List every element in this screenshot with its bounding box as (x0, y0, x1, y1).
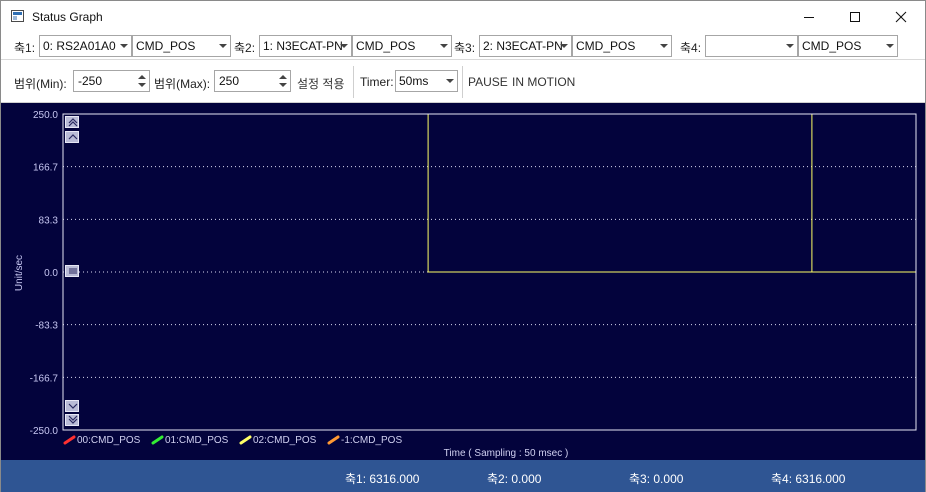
spin-up-icon[interactable] (278, 73, 288, 81)
legend-label: 01:CMD_POS (165, 435, 229, 446)
axis3-signal-value: CMD_POS (576, 39, 636, 53)
chevron-down-icon (446, 79, 454, 83)
axis3-label: 축3: (454, 41, 476, 55)
range-max-input[interactable]: 250 (214, 70, 291, 92)
toolbar-divider (462, 66, 463, 98)
axis2-signal-value: CMD_POS (356, 39, 416, 53)
status-axis3: 축3: 0.000 (629, 472, 684, 486)
y-tick-label: 166.7 (33, 163, 58, 174)
status-graph-window: Status Graph 축1: 0: RS2A01A0 CMD_POS 축2:… (0, 0, 926, 492)
axis2-device-value: 1: N3ECAT-PN (263, 39, 343, 53)
axis1-device-select[interactable]: 0: RS2A01A0 (39, 35, 132, 57)
axis4-signal-value: CMD_POS (802, 39, 862, 53)
zoom-in-top-button[interactable] (65, 116, 79, 128)
y-tick-label: 83.3 (39, 215, 59, 226)
axis1-signal-value: CMD_POS (136, 39, 196, 53)
range-min-label: 범위(Min): (14, 77, 67, 91)
graph-panel[interactable]: 250.0 166.7 83.3 0.0 -83.3 -166.7 -250.0 Unit/… (1, 103, 925, 460)
chevron-down-icon (886, 44, 894, 48)
chevron-down-icon (660, 44, 668, 48)
range-min-value: -250 (78, 74, 103, 88)
minimize-icon (804, 16, 814, 18)
timer-select[interactable]: 50ms (395, 70, 458, 92)
pause-button[interactable]: PAUSE (468, 75, 508, 89)
axis1-signal-select[interactable]: CMD_POS (132, 35, 231, 57)
close-icon (895, 11, 907, 22)
window-title: Status Graph (32, 10, 103, 24)
spin-down-icon[interactable] (278, 82, 288, 90)
range-max-value: 250 (219, 74, 240, 88)
spin-up-icon[interactable] (137, 73, 147, 81)
legend-swatch (151, 435, 164, 445)
axis1-label: 축1: (14, 41, 36, 55)
range-max-label: 범위(Max): (154, 77, 211, 91)
zoom-reset-button[interactable] (65, 265, 79, 277)
timer-label: Timer: (360, 75, 394, 89)
maximize-button[interactable] (832, 1, 878, 32)
series-line-2 (427, 114, 916, 273)
zoom-down-icon (68, 415, 78, 424)
scroll-up-button[interactable] (65, 131, 79, 143)
chevron-down-icon (560, 44, 568, 48)
maximize-icon (850, 11, 860, 22)
in-motion-button[interactable]: IN MOTION (512, 75, 575, 89)
status-chart: 250.0 166.7 83.3 0.0 -83.3 -166.7 -250.0 Unit/… (14, 110, 917, 459)
axis3-device-select[interactable]: 2: N3ECAT-PN (479, 35, 572, 57)
chevron-down-icon (786, 44, 794, 48)
close-button[interactable] (878, 1, 924, 32)
axis2-signal-select[interactable]: CMD_POS (352, 35, 452, 57)
status-axis1: 축1: 6316.000 (345, 472, 420, 486)
legend-label: 00:CMD_POS (77, 435, 141, 446)
scroll-down-button[interactable] (65, 400, 79, 412)
axis-selection-bar: 축1: 0: RS2A01A0 CMD_POS 축2: 1: N3ECAT-PN… (1, 32, 925, 60)
axis4-signal-select[interactable]: CMD_POS (798, 35, 898, 57)
legend-label: 02:CMD_POS (253, 435, 317, 446)
axis4-device-select[interactable] (705, 35, 798, 57)
title-bar[interactable]: Status Graph (1, 1, 925, 32)
status-bar: 축1: 6316.000 축2: 0.000 축3: 0.000 축4: 631… (1, 460, 925, 492)
status-axis2: 축2: 0.000 (487, 472, 542, 486)
axis3-signal-select[interactable]: CMD_POS (572, 35, 672, 57)
chevron-down-icon (340, 44, 348, 48)
y-tick-label: 0.0 (44, 268, 58, 279)
zoom-down-icon (68, 403, 78, 409)
y-tick-label: -83.3 (35, 321, 58, 332)
toolbar-divider (353, 66, 354, 98)
range-settings-bar: 범위(Min): -250 범위(Max): 250 설정 적용 Timer: … (1, 60, 925, 103)
legend-swatch (239, 435, 252, 445)
window-icon (11, 10, 24, 22)
zoom-up-icon (68, 118, 78, 127)
x-axis-label: Time ( Sampling : 50 msec ) (444, 448, 569, 459)
legend-swatch (327, 435, 340, 445)
axis3-device-value: 2: N3ECAT-PN (483, 39, 563, 53)
axis2-device-select[interactable]: 1: N3ECAT-PN (259, 35, 352, 57)
axis1-device-value: 0: RS2A01A0 (43, 39, 116, 53)
status-axis4: 축4: 6316.000 (771, 472, 846, 486)
y-tick-label: -250.0 (30, 426, 59, 437)
zoom-reset-icon (69, 268, 77, 274)
apply-range-button[interactable]: 설정 적용 (297, 75, 345, 92)
y-tick-label: 250.0 (33, 110, 58, 121)
minimize-button[interactable] (786, 1, 832, 32)
y-tick-label: -166.7 (30, 373, 59, 384)
zoom-up-icon (68, 134, 78, 140)
chevron-down-icon (120, 44, 128, 48)
legend-swatch (63, 435, 76, 445)
spin-down-icon[interactable] (137, 82, 147, 90)
axis2-label: 축2: (234, 41, 256, 55)
axis4-label: 축4: (680, 41, 702, 55)
zoom-in-bottom-button[interactable] (65, 414, 79, 426)
y-axis-label: Unit/sec (14, 255, 25, 291)
chevron-down-icon (219, 44, 227, 48)
legend-label: -1:CMD_POS (341, 435, 402, 446)
chevron-down-icon (440, 44, 448, 48)
range-min-input[interactable]: -250 (73, 70, 150, 92)
timer-value: 50ms (399, 74, 429, 88)
